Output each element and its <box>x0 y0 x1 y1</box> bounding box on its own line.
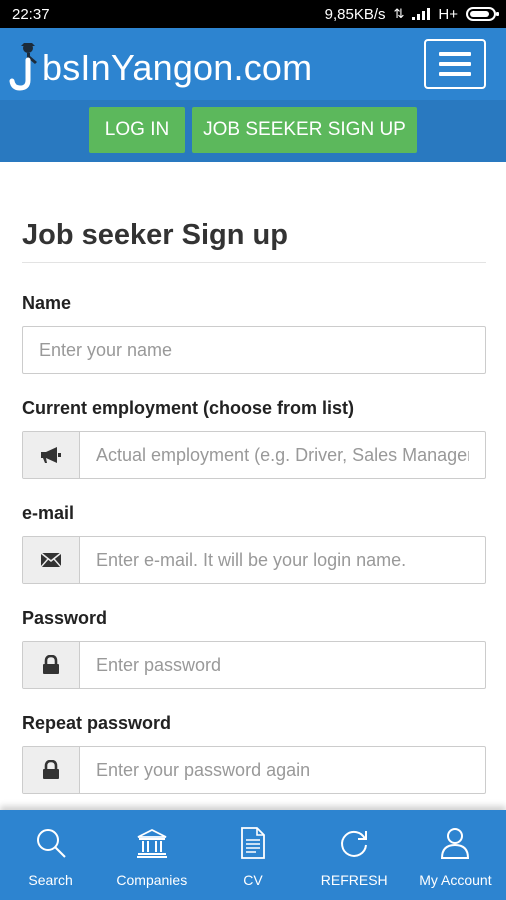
email-input[interactable] <box>80 537 485 583</box>
nav-companies-label: Companies <box>116 872 188 888</box>
employment-label: Current employment (choose from list) <box>22 398 355 418</box>
employment-field[interactable] <box>22 431 486 479</box>
nav-refresh-label: REFRESH <box>320 872 388 888</box>
repeat-password-field[interactable] <box>22 746 486 794</box>
network-speed: 9,85KB/s <box>324 5 386 23</box>
name-field[interactable] <box>22 326 486 374</box>
refresh-icon <box>337 826 371 860</box>
battery-icon <box>466 7 499 21</box>
name-label: Name <box>22 293 72 313</box>
user-icon <box>438 826 472 860</box>
logo-figure-icon <box>8 40 40 92</box>
hamburger-line <box>439 52 471 56</box>
nav-search-label: Search <box>28 872 73 888</box>
job-seeker-signup-button[interactable]: JOB SEEKER SIGN UP <box>192 107 417 153</box>
status-bar: 22:37 9,85KB/s ⇅ H+ <box>0 0 506 28</box>
search-icon <box>34 826 68 860</box>
page-title: Job seeker Sign up <box>22 219 486 263</box>
document-icon <box>236 826 270 860</box>
envelope-icon <box>23 537 80 583</box>
nav-my-account[interactable]: My Account <box>405 810 506 900</box>
employment-input[interactable] <box>80 432 485 478</box>
nav-search[interactable]: Search <box>0 810 101 900</box>
battery-fill <box>470 11 489 17</box>
app-header: bsInYangon.com <box>0 28 506 100</box>
hamburger-line <box>439 62 471 66</box>
hamburger-line <box>439 72 471 76</box>
status-time: 22:37 <box>12 5 50 23</box>
name-input[interactable] <box>23 327 485 373</box>
site-logo[interactable]: bsInYangon.com <box>8 36 312 92</box>
password-field[interactable] <box>22 641 486 689</box>
nav-cv[interactable]: CV <box>202 810 303 900</box>
signup-form: Job seeker Sign up Name Current employme… <box>22 162 486 794</box>
data-transfer-icon: ⇅ <box>393 6 405 21</box>
email-label: e-mail <box>22 503 75 523</box>
logo-text: bsInYangon.com <box>42 47 313 88</box>
nav-companies[interactable]: Companies <box>101 810 202 900</box>
email-field[interactable] <box>22 536 486 584</box>
password-input[interactable] <box>80 642 485 688</box>
nav-cv-label: CV <box>243 872 263 888</box>
signal-icon <box>412 8 431 20</box>
bottom-nav: Search Companies CV REFRESH My Account <box>0 810 506 900</box>
password-label: Password <box>22 608 108 628</box>
repeat-password-label: Repeat password <box>22 713 172 733</box>
nav-my-account-label: My Account <box>419 872 492 888</box>
megaphone-icon <box>23 432 80 478</box>
bank-icon <box>135 826 169 860</box>
auth-bar: LOG IN JOB SEEKER SIGN UP <box>0 100 506 162</box>
lock-icon <box>23 747 80 793</box>
nav-refresh[interactable]: REFRESH <box>304 810 405 900</box>
network-type: H+ <box>438 5 458 23</box>
login-button[interactable]: LOG IN <box>89 107 185 153</box>
lock-icon <box>23 642 80 688</box>
hamburger-menu-button[interactable] <box>424 39 486 89</box>
repeat-password-input[interactable] <box>80 747 485 793</box>
status-right: 9,85KB/s ⇅ H+ <box>324 5 499 23</box>
